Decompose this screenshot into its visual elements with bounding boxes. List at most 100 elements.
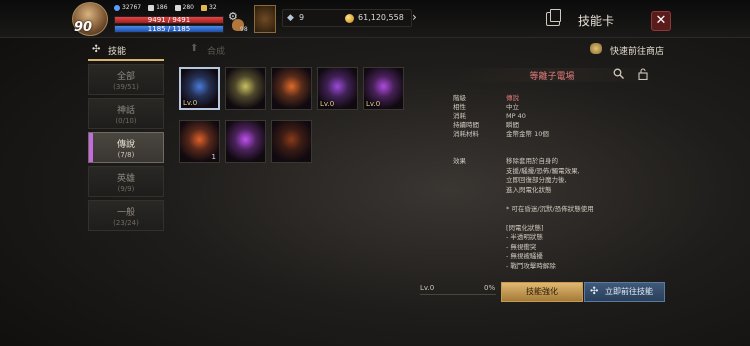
attribute-key: 階級 <box>453 94 466 102</box>
equipped-card-slot[interactable] <box>254 5 276 33</box>
skill-quantity: 1 <box>211 153 216 161</box>
category-item[interactable]: 英雄 (9/9) <box>88 166 164 197</box>
winged-blade-skill-icon <box>226 68 265 109</box>
stat-value: 186 <box>156 4 168 11</box>
category-item[interactable]: 全部 (39/51) <box>88 64 164 95</box>
tab-skill[interactable]: 技能 <box>108 44 126 57</box>
skill-card[interactable] <box>225 67 266 110</box>
skill-card[interactable] <box>271 67 312 110</box>
player-level: 90 <box>74 20 93 35</box>
effect-line: 移除套用於自身的 <box>506 157 558 165</box>
attribute-value: 瞬間 <box>506 121 519 129</box>
gold-count: 61,120,558 <box>358 13 404 22</box>
skill-card[interactable] <box>271 120 312 163</box>
attribute-value: 傳說 <box>506 94 519 102</box>
hp-bar: 9491 / 9491 <box>114 16 224 24</box>
go-to-skill-button[interactable]: ✣ 立即前往技能 <box>584 282 665 302</box>
effect-line: * 可在昏迷/沉默/恐佈狀態使用 <box>506 204 594 213</box>
pouch-count: 98 <box>240 26 248 33</box>
chevron-right-icon[interactable]: › <box>412 10 417 24</box>
progress-level: Lv.0 <box>420 284 435 292</box>
fire-ring-skill-icon <box>272 68 311 109</box>
crystal-count: 9 <box>299 13 305 22</box>
skill-level: Lv.0 <box>366 100 381 108</box>
skill-card[interactable] <box>225 120 266 163</box>
progress-track <box>420 294 496 295</box>
lock-icon[interactable] <box>638 68 648 80</box>
skull-icon <box>174 4 181 11</box>
go-to-skill-label: 立即前往技能 <box>605 287 653 296</box>
magnify-icon[interactable] <box>613 68 624 79</box>
stat-trophy: 32 <box>201 4 217 11</box>
compose-tab-icon: ⬆ <box>190 43 199 54</box>
sword-icon <box>148 4 155 11</box>
crystal-icon: ◆ <box>287 13 294 23</box>
effect-line <box>506 214 646 224</box>
shop-link[interactable]: 快速前往商店 <box>610 44 664 57</box>
effect-line: 立即回復部分魔力後, <box>506 176 567 184</box>
active-tab-indicator <box>88 59 164 61</box>
attribute-row: 相性 中立 <box>453 103 549 112</box>
shop-bag-icon <box>590 43 602 54</box>
attribute-row: 持續時間 瞬間 <box>453 121 549 130</box>
category-item[interactable]: 一般 (23/24) <box>88 200 164 231</box>
category-name: 全部 <box>116 72 135 82</box>
skill-attributes: 階級 傳說相性 中立消耗 MP 40 持續時間 瞬間 消耗材料 金幣金幣 10個 <box>453 94 549 139</box>
tab-bar: ✣ 技能 ⬆ 合成 快速前往商店 <box>0 38 750 62</box>
attribute-row: 消耗材料 金幣金幣 10個 <box>453 130 549 139</box>
attribute-key: 消耗材料 <box>453 130 479 138</box>
skill-card[interactable]: Lv.0 <box>317 67 358 110</box>
hp-text: 9491 / 9491 <box>147 16 191 24</box>
blue-gem-icon <box>114 4 120 11</box>
skill-level: Lv.0 <box>320 100 335 108</box>
category-name: 傳說 <box>116 140 135 150</box>
category-count: (0/10) <box>115 117 137 125</box>
player-stats: 32767 186 280 32 <box>114 4 217 11</box>
top-status-bar: 90 32767 186 280 32 9491 / 9491 1185 / 1185… <box>0 0 750 38</box>
category-item[interactable]: 神話 (0/10) <box>88 98 164 129</box>
skill-name: 等離子電場 <box>529 72 575 82</box>
close-button[interactable]: ✕ <box>651 11 671 31</box>
enhance-skill-button[interactable]: 技能強化 <box>501 282 583 302</box>
attribute-value: 中立 <box>506 103 519 111</box>
skill-tab-icon: ✣ <box>92 44 101 55</box>
effect-line: - 半透明狀態 <box>506 233 543 241</box>
skill-level: Lv.0 <box>183 99 198 107</box>
mp-text: 1185 / 1185 <box>147 25 191 33</box>
category-count: (23/24) <box>113 219 139 227</box>
skill-card[interactable]: Lv.0 <box>179 67 220 110</box>
stat-skull: 280 <box>174 4 194 11</box>
skill-swirl-icon: ✣ <box>590 286 599 297</box>
attribute-key: 消耗 <box>453 112 466 120</box>
attribute-key: 相性 <box>453 103 466 111</box>
category-count: (7/8) <box>117 151 135 159</box>
stat-value: 280 <box>182 4 194 11</box>
category-item[interactable]: 傳說 (7/8) <box>88 132 164 163</box>
skill-card[interactable]: 1 <box>179 120 220 163</box>
progress-percent: 0% <box>484 284 496 292</box>
stat-blue-gem: 32767 <box>114 4 141 11</box>
effect-line: [閃電化狀態] <box>506 223 544 232</box>
effect-description: 移除套用於自身的 支援/騷擾/恐佈/觸電效果, 立即回復部分魔力後, 進入閃電化狀態 … <box>506 157 646 271</box>
category-name: 一般 <box>116 208 135 218</box>
skill-card-icon <box>546 9 561 26</box>
purple-slash-skill-icon <box>226 121 265 162</box>
attribute-row: 消耗 MP 40 <box>453 112 549 121</box>
category-name: 英雄 <box>116 174 135 184</box>
effect-line: 進入閃電化狀態 <box>506 185 552 194</box>
attribute-row: 階級 傳說 <box>453 94 549 103</box>
page-title: 技能卡 <box>578 14 615 28</box>
effect-line: - 無視被騷擾 <box>506 252 543 260</box>
stat-value: 32 <box>209 4 217 11</box>
dim-fire-skill-icon <box>272 121 311 162</box>
resource-box: ◆ 9 61,120,558 <box>282 9 412 27</box>
skill-card[interactable]: Lv.0 <box>363 67 404 110</box>
gold-coin-icon <box>345 14 354 23</box>
trophy-icon <box>201 4 207 11</box>
tab-compose[interactable]: 合成 <box>207 44 225 57</box>
category-count: (39/51) <box>113 83 139 91</box>
attribute-value: MP 40 <box>506 112 526 120</box>
category-count: (9/9) <box>117 185 135 193</box>
effect-label: 效果 <box>453 157 466 165</box>
attribute-value: 金幣金幣 10個 <box>506 130 549 138</box>
